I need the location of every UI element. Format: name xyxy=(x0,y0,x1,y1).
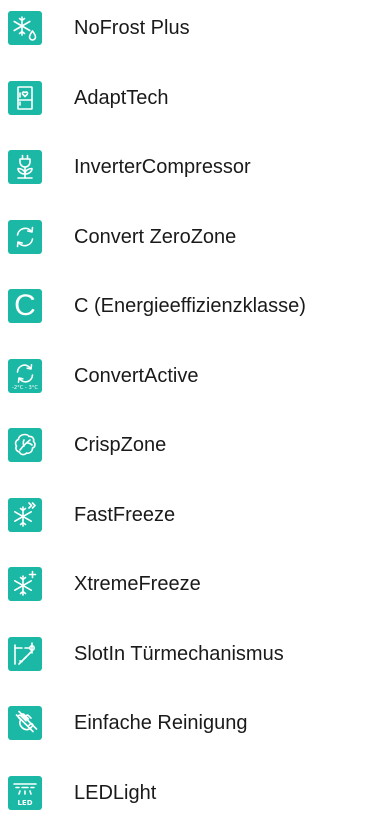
feature-label: XtremeFreeze xyxy=(74,573,201,595)
lettuce-icon xyxy=(8,428,42,462)
feature-label: AdaptTech xyxy=(74,87,169,109)
door-hinge-icon xyxy=(8,637,42,671)
feature-item-fastfreeze: FastFreeze xyxy=(0,487,383,543)
snowflake-fast-icon xyxy=(8,498,42,532)
feature-item-xtremefreeze: XtremeFreeze xyxy=(0,556,383,612)
feature-list: NoFrost Plus AdaptTech InverterCompresso… xyxy=(0,0,383,832)
temperature-range-text: -2°C - 3°C xyxy=(12,385,38,391)
feature-item-invertercompressor: InverterCompressor xyxy=(0,139,383,195)
feature-label: ConvertActive xyxy=(74,365,199,387)
feature-label: FastFreeze xyxy=(74,504,176,526)
snowflake-drop-icon xyxy=(8,11,42,45)
led-text: LED xyxy=(17,799,32,807)
plug-leaf-icon xyxy=(8,150,42,184)
feature-item-crispzone: CrispZone xyxy=(0,417,383,473)
feature-label: LEDLight xyxy=(74,782,157,804)
feature-label: Einfache Reinigung xyxy=(74,712,248,734)
feature-label: C (Energieeffizienzklasse) xyxy=(74,295,306,317)
convert-arrows-icon xyxy=(8,220,42,254)
convert-temperature-icon: -2°C - 3°C xyxy=(8,359,42,393)
energy-class-c-icon: C xyxy=(8,289,42,323)
feature-label: NoFrost Plus xyxy=(74,17,190,39)
feature-item-convert-zerozone: Convert ZeroZone xyxy=(0,209,383,265)
hand-wipe-icon xyxy=(8,706,42,740)
feature-item-slotin: SlotIn Türmechanismus xyxy=(0,626,383,682)
feature-item-ledlight: LED LEDLight xyxy=(0,765,383,821)
led-light-icon: LED xyxy=(8,776,42,810)
fridge-heart-icon xyxy=(8,81,42,115)
feature-label: CrispZone xyxy=(74,434,167,456)
snowflake-plus-icon xyxy=(8,567,42,601)
feature-label: InverterCompressor xyxy=(74,156,251,178)
feature-item-energy-class: C C (Energieeffizienzklasse) xyxy=(0,278,383,334)
feature-item-einfache-reinigung: Einfache Reinigung xyxy=(0,695,383,751)
feature-item-convertactive: -2°C - 3°C ConvertActive xyxy=(0,348,383,404)
feature-item-nofrost-plus: NoFrost Plus xyxy=(0,0,383,56)
feature-item-adapttech: AdaptTech xyxy=(0,70,383,126)
feature-label: SlotIn Türmechanismus xyxy=(74,643,284,665)
feature-label: Convert ZeroZone xyxy=(74,226,237,248)
